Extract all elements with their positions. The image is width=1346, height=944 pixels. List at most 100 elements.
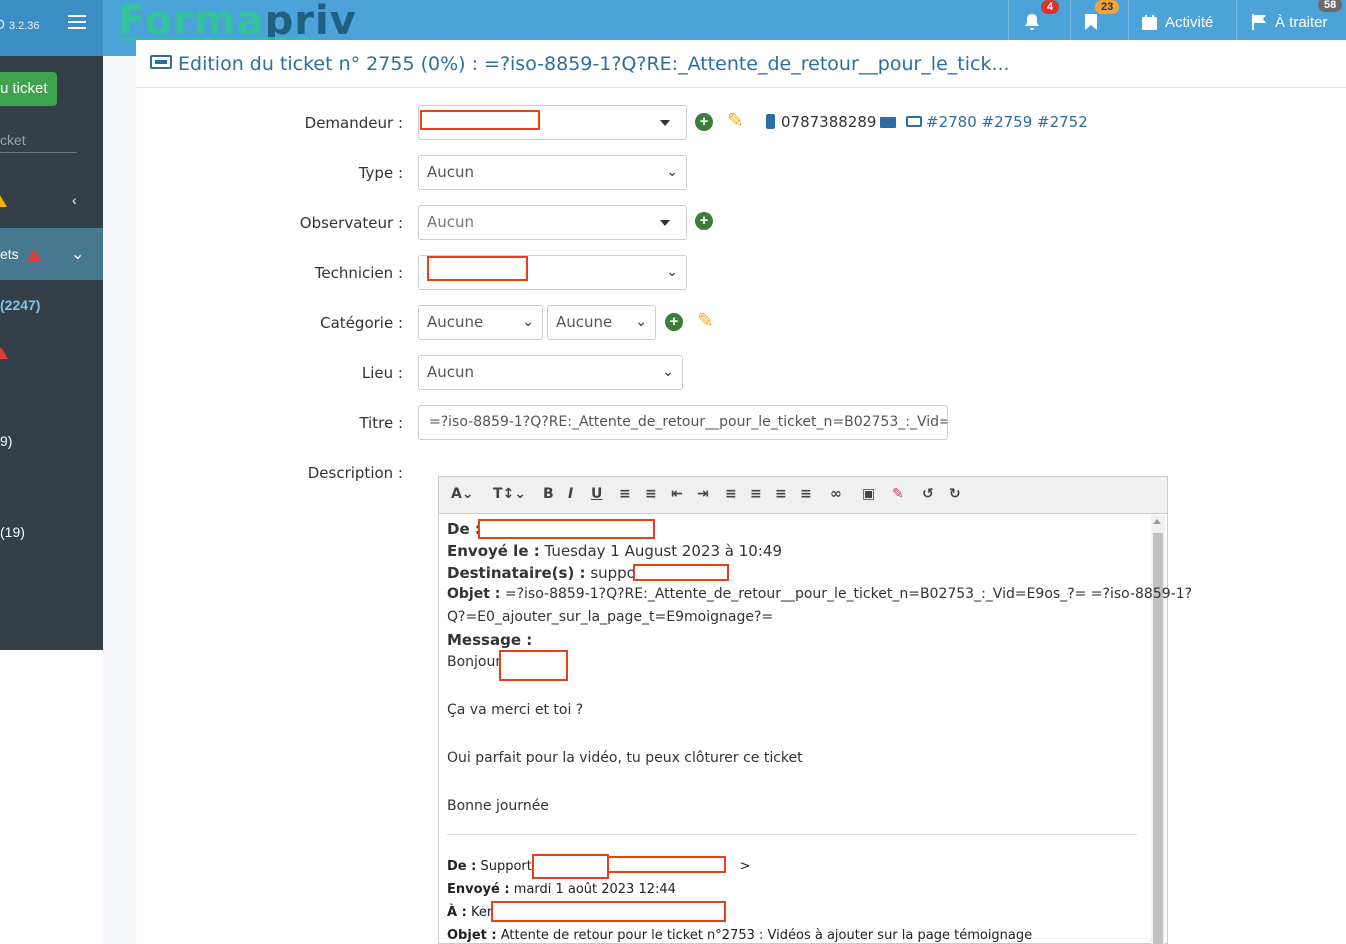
related-tickets-link[interactable]: #2780 #2759 #2752	[906, 113, 1088, 131]
dropdown-caret-icon	[660, 120, 670, 126]
sidebar-lower-area	[0, 650, 103, 944]
add-categorie-icon[interactable]: +	[665, 313, 683, 331]
sidebar-item-urgent[interactable]	[0, 344, 8, 360]
redacted-area	[532, 854, 609, 879]
edit-categorie-icon[interactable]: ✎	[697, 308, 714, 333]
sidebar-count-3[interactable]: (19)	[0, 524, 25, 540]
notifications-badge: 4	[1041, 0, 1060, 14]
editor-toolbar: A⌄ T↕⌄ B I U ≡ ≡ ⇤ ⇥ ≡ ≡ ≡ ≡ ∞ ▣ ✎ ↺ ↻	[439, 477, 1167, 514]
redacted-area	[607, 856, 726, 873]
link-icon[interactable]: ∞	[830, 486, 842, 502]
mail-sent: Envoyé le : Tuesday 1 August 2023 à 10:4…	[447, 542, 782, 560]
redo-icon[interactable]: ↻	[949, 486, 961, 502]
align-left-icon[interactable]: ≡	[725, 486, 737, 502]
dropdown-caret-icon	[660, 220, 670, 226]
type-label: Type :	[358, 164, 403, 182]
edit-demandeur-icon[interactable]: ✎	[727, 108, 744, 133]
italic-icon[interactable]: I	[568, 486, 573, 502]
redacted-area	[491, 901, 726, 922]
categorie-select-1[interactable]: Aucune ⌄	[418, 305, 543, 340]
redacted-area	[499, 650, 568, 681]
lieu-select[interactable]: Aucun ⌄	[418, 355, 683, 390]
demandeur-label: Demandeur :	[304, 114, 403, 132]
bell-icon	[1025, 14, 1039, 30]
urgent-icon	[0, 347, 8, 360]
ticket-icon	[150, 55, 172, 69]
mail-message-label: Message :	[447, 631, 533, 649]
image-icon[interactable]: ▣	[862, 486, 875, 502]
app-version: O3.2.36	[0, 16, 40, 32]
quote-divider	[447, 834, 1137, 835]
observateur-label: Observateur :	[299, 214, 403, 232]
sidebar-count-all[interactable]: (2247)	[0, 297, 40, 313]
quote-to: À : Ken	[447, 905, 496, 920]
indent-icon[interactable]: ⇥	[697, 486, 709, 502]
chevron-down-icon: ⌄	[522, 314, 534, 330]
add-demandeur-icon[interactable]: +	[695, 113, 713, 131]
clear-format-icon[interactable]: ✎	[892, 486, 904, 502]
activity-button[interactable]: Activité	[1142, 0, 1213, 44]
todo-label: À traiter	[1275, 13, 1328, 31]
chevron-down-icon: ⌄	[662, 364, 674, 380]
type-select[interactable]: Aucun ⌄	[418, 155, 687, 190]
redacted-area	[633, 564, 729, 581]
bookmark-icon	[1085, 14, 1097, 30]
bold-icon[interactable]: B	[543, 486, 554, 502]
redacted-area	[420, 110, 540, 130]
phone-number: 0787388289	[766, 113, 876, 131]
sidebar-item-tickets-label: ets	[0, 246, 41, 262]
sidebar-item-alerts[interactable]	[0, 192, 7, 208]
mail-subject: Objet : =?iso-8859-1?Q?RE:_Attente_de_re…	[447, 586, 1193, 602]
ticket-icon	[906, 116, 922, 127]
quote-subject: Objet : Attente de retour pour le ticket…	[447, 928, 1033, 943]
categorie-select-2[interactable]: Aucune ⌄	[547, 305, 656, 340]
mail-recipients: Destinataire(s) : support@	[447, 564, 663, 582]
categorie-label: Catégorie :	[320, 314, 403, 332]
alert-icon	[26, 249, 41, 262]
todo-button[interactable]: À traiter	[1252, 0, 1328, 44]
new-ticket-button[interactable]: u ticket	[0, 72, 57, 106]
underline-icon[interactable]: U	[591, 486, 602, 502]
bookmarks-badge: 23	[1095, 0, 1120, 14]
mail-icon[interactable]	[880, 117, 896, 128]
chevron-down-icon[interactable]: ⌄	[71, 244, 84, 264]
search-ticket-input[interactable]: cket	[0, 132, 77, 153]
calendar-icon	[1142, 14, 1157, 30]
align-center-icon[interactable]: ≡	[750, 486, 762, 502]
sidebar-count-2[interactable]: 9)	[0, 433, 12, 449]
chevron-down-icon: ⌄	[666, 164, 678, 180]
mail-line-2: Ça va merci et toi ?	[447, 702, 584, 718]
mail-from: De :	[447, 520, 481, 538]
page-title: Edition du ticket n° 2755 (0%) : =?iso-8…	[150, 53, 1010, 75]
scroll-up-icon[interactable]	[1153, 519, 1161, 524]
numbered-list-icon[interactable]: ≡	[645, 486, 657, 502]
notifications-button[interactable]	[1024, 0, 1040, 44]
brand-box: O3.2.36	[0, 0, 103, 56]
observateur-select[interactable]: Aucun	[418, 205, 687, 240]
justify-icon[interactable]: ≡	[800, 486, 812, 502]
redacted-area	[427, 256, 528, 281]
font-color-icon[interactable]: A⌄	[451, 486, 474, 502]
chevron-left-icon[interactable]: ‹	[72, 192, 77, 208]
technicien-label: Technicien :	[314, 264, 403, 282]
flag-icon	[1252, 14, 1266, 30]
mail-line-greeting: Bonjour	[447, 654, 502, 670]
chevron-down-icon: ⌄	[635, 314, 647, 330]
mail-line-4: Bonne journée	[447, 798, 549, 814]
outdent-icon[interactable]: ⇤	[671, 486, 683, 502]
undo-icon[interactable]: ↺	[922, 486, 934, 502]
add-observateur-icon[interactable]: +	[695, 212, 713, 230]
titre-input[interactable]: =?iso-8859-1?Q?RE:_Attente_de_retour__po…	[418, 405, 948, 440]
todo-badge: 58	[1318, 0, 1343, 12]
align-right-icon[interactable]: ≡	[775, 486, 787, 502]
quote-sent: Envoyé : mardi 1 août 2023 12:44	[447, 882, 676, 897]
redacted-area	[478, 519, 655, 539]
activity-label: Activité	[1165, 13, 1214, 31]
font-size-icon[interactable]: T↕⌄	[493, 486, 526, 502]
menu-toggle-icon[interactable]	[68, 15, 86, 29]
sidebar: u ticket cket ‹ ets ⌄ (2247) 9) (19)	[0, 56, 103, 944]
description-label: Description :	[307, 464, 403, 482]
bullet-list-icon[interactable]: ≡	[619, 486, 631, 502]
titre-label: Titre :	[359, 414, 403, 432]
mail-line-3: Oui parfait pour la vidéo, tu peux clôtu…	[447, 750, 803, 766]
